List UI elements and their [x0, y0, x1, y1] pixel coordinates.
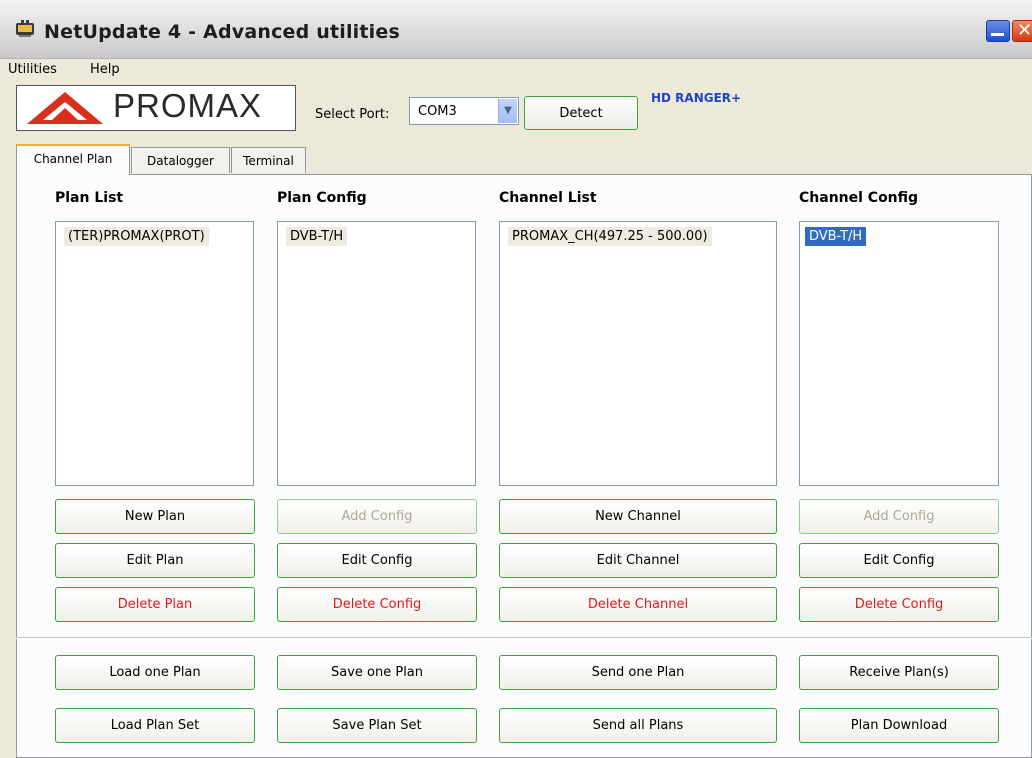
load-plan-set-button[interactable]: Load Plan Set	[55, 708, 255, 743]
title-bar: NetUpdate 4 - Advanced utilities ✕	[0, 0, 1032, 59]
list-item[interactable]: DVB-T/H	[286, 227, 348, 246]
delete-channel-config-button[interactable]: Delete Config	[799, 587, 999, 622]
device-label: HD RANGER+	[651, 91, 742, 105]
add-plan-config-button[interactable]: Add Config	[277, 499, 477, 534]
divider	[16, 637, 1032, 639]
minimize-button[interactable]	[986, 20, 1010, 42]
port-label: Select Port:	[315, 107, 390, 122]
send-all-plans-button[interactable]: Send all Plans	[499, 708, 777, 743]
channel-list-header: Channel List	[499, 190, 597, 206]
window-title: NetUpdate 4 - Advanced utilities	[44, 21, 400, 43]
load-one-plan-button[interactable]: Load one Plan	[55, 655, 255, 690]
channel-config-header: Channel Config	[799, 190, 919, 206]
save-one-plan-button[interactable]: Save one Plan	[277, 655, 477, 690]
new-channel-button[interactable]: New Channel	[499, 499, 777, 534]
save-plan-set-button[interactable]: Save Plan Set	[277, 708, 477, 743]
plan-list-header: Plan List	[55, 190, 124, 206]
menu-bar: Utilities Help	[8, 58, 1032, 80]
app-icon	[16, 20, 34, 37]
menu-help[interactable]: Help	[90, 62, 120, 77]
channel-list[interactable]: PROMAX_CH(497.25 - 500.00)	[499, 221, 777, 486]
receive-plans-button[interactable]: Receive Plan(s)	[799, 655, 999, 690]
promax-logo: PROMAX	[16, 85, 296, 131]
close-icon: ✕	[1017, 20, 1032, 41]
detect-button[interactable]: Detect	[524, 96, 638, 130]
edit-channel-button[interactable]: Edit Channel	[499, 543, 777, 578]
menu-utilities[interactable]: Utilities	[8, 62, 57, 77]
list-item[interactable]: PROMAX_CH(497.25 - 500.00)	[508, 227, 712, 246]
delete-plan-button[interactable]: Delete Plan	[55, 587, 255, 622]
plan-config-header: Plan Config	[277, 190, 367, 206]
tab-terminal[interactable]: Terminal	[231, 147, 306, 173]
tab-datalogger[interactable]: Datalogger	[131, 147, 230, 173]
list-item[interactable]: DVB-T/H	[805, 227, 867, 246]
plan-download-button[interactable]: Plan Download	[799, 708, 999, 743]
send-one-plan-button[interactable]: Send one Plan	[499, 655, 777, 690]
port-value: COM3	[418, 104, 457, 119]
tab-channel-plan[interactable]: Channel Plan	[16, 144, 130, 175]
new-plan-button[interactable]: New Plan	[55, 499, 255, 534]
logo-text: PROMAX	[113, 87, 263, 124]
edit-plan-button[interactable]: Edit Plan	[55, 543, 255, 578]
port-select[interactable]: COM3 ▼	[409, 97, 519, 125]
list-item[interactable]: (TER)PROMAX(PROT)	[64, 227, 209, 246]
plan-config-list[interactable]: DVB-T/H	[277, 221, 476, 486]
logo-triangle-icon	[27, 92, 103, 124]
edit-plan-config-button[interactable]: Edit Config	[277, 543, 477, 578]
plan-list[interactable]: (TER)PROMAX(PROT)	[55, 221, 254, 486]
channel-config-list[interactable]: DVB-T/H	[799, 221, 999, 486]
chevron-down-icon[interactable]: ▼	[498, 99, 517, 123]
delete-plan-config-button[interactable]: Delete Config	[277, 587, 477, 622]
add-channel-config-button[interactable]: Add Config	[799, 499, 999, 534]
delete-channel-button[interactable]: Delete Channel	[499, 587, 777, 622]
close-button[interactable]: ✕	[1012, 20, 1032, 42]
edit-channel-config-button[interactable]: Edit Config	[799, 543, 999, 578]
